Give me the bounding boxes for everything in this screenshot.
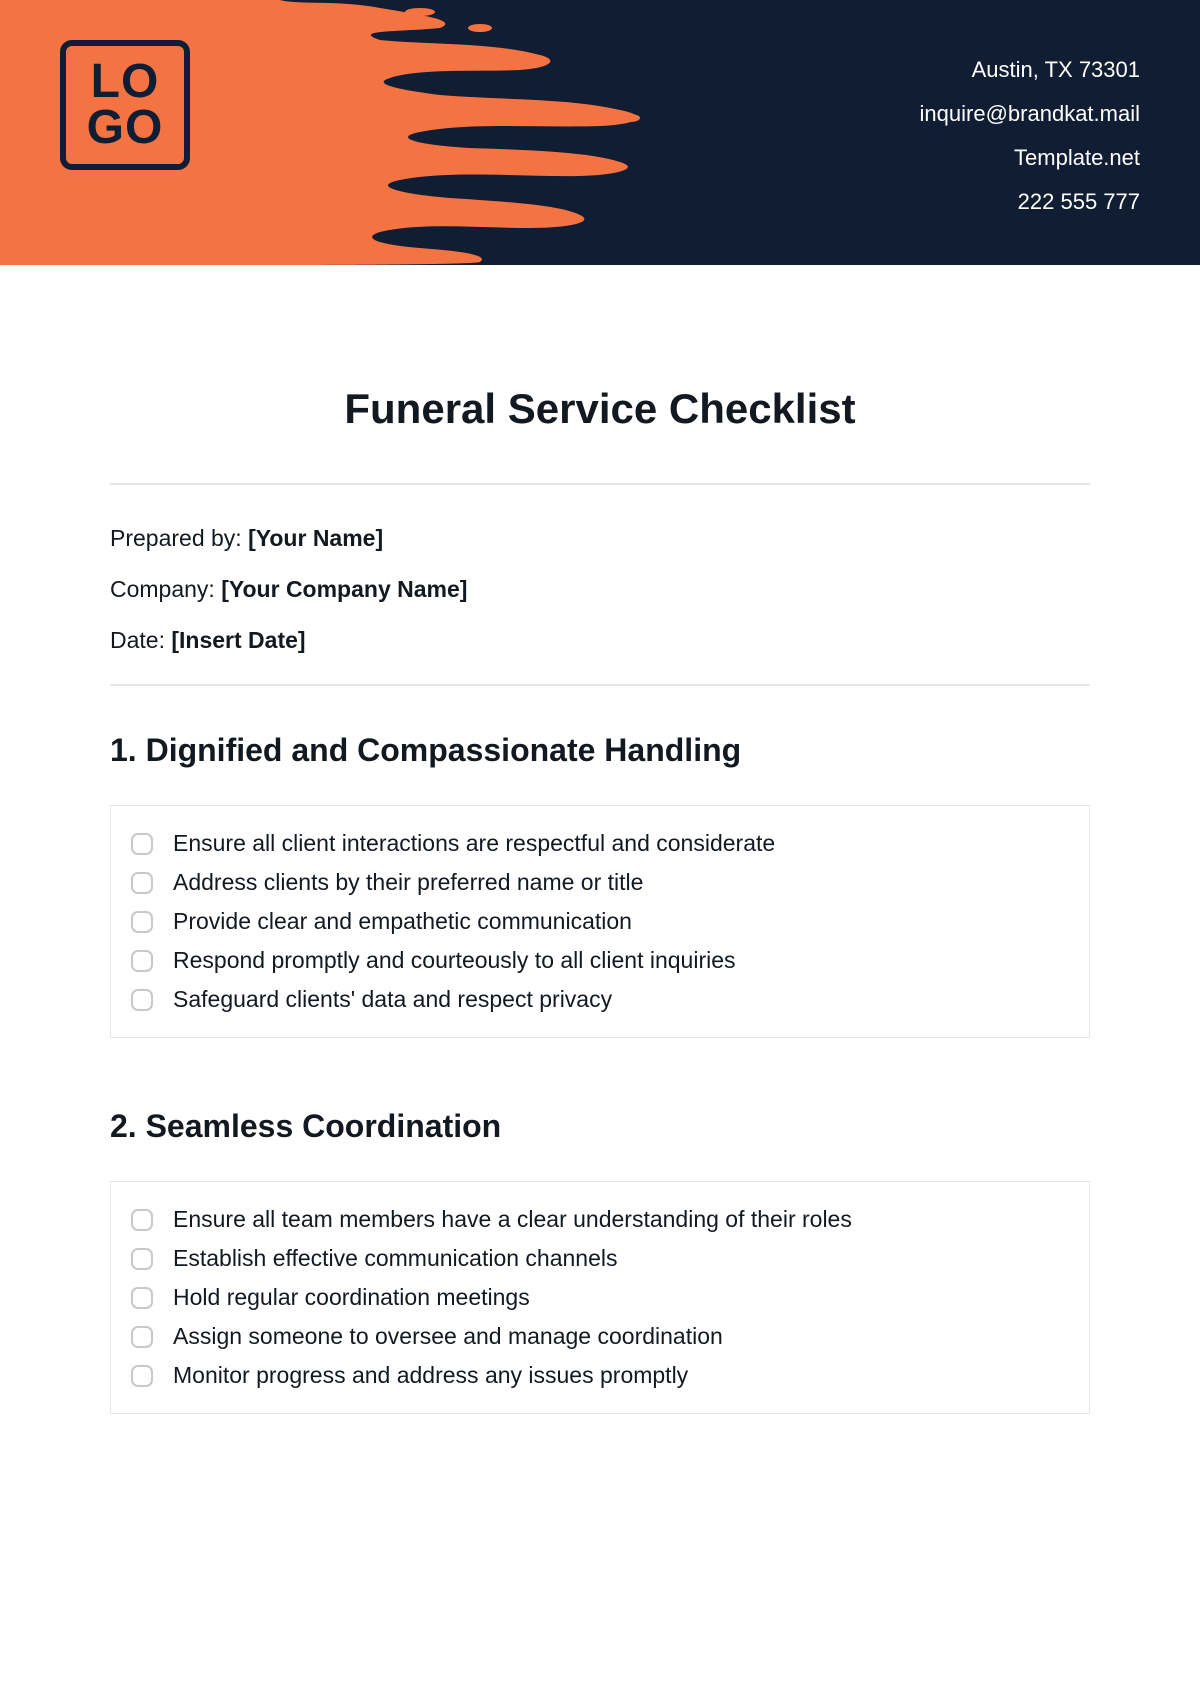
logo: LO GO [60, 40, 190, 170]
checklist-text: Assign someone to oversee and manage coo… [173, 1323, 723, 1350]
checklist-item: Establish effective communication channe… [131, 1239, 1069, 1278]
checklist-text: Hold regular coordination meetings [173, 1284, 530, 1311]
checkbox-icon[interactable] [131, 1248, 153, 1270]
company-value: [Your Company Name] [221, 576, 467, 602]
checklist-item: Monitor progress and address any issues … [131, 1356, 1069, 1395]
checklist-text: Monitor progress and address any issues … [173, 1362, 688, 1389]
checkbox-icon[interactable] [131, 1209, 153, 1231]
document-header: LO GO Austin, TX 73301 inquire@brandkat.… [0, 0, 1200, 265]
date-row: Date: [Insert Date] [110, 627, 1090, 654]
contact-address: Austin, TX 73301 [920, 48, 1140, 92]
document-title: Funeral Service Checklist [110, 385, 1090, 433]
checkbox-icon[interactable] [131, 1365, 153, 1387]
checklist-item: Assign someone to oversee and manage coo… [131, 1317, 1069, 1356]
section-1-heading: 1. Dignified and Compassionate Handling [110, 732, 1090, 769]
checkbox-icon[interactable] [131, 950, 153, 972]
prepared-by-label: Prepared by: [110, 525, 248, 551]
logo-text-line1: LO [91, 59, 160, 105]
checklist-text: Establish effective communication channe… [173, 1245, 617, 1272]
prepared-by-row: Prepared by: [Your Name] [110, 525, 1090, 552]
checkbox-icon[interactable] [131, 1287, 153, 1309]
meta-section: Prepared by: [Your Name] Company: [Your … [110, 525, 1090, 654]
checklist-item: Address clients by their preferred name … [131, 863, 1069, 902]
checklist-text: Safeguard clients' data and respect priv… [173, 986, 612, 1013]
divider [110, 483, 1090, 485]
section-2-checklist: Ensure all team members have a clear und… [110, 1181, 1090, 1414]
checkbox-icon[interactable] [131, 872, 153, 894]
checklist-item: Provide clear and empathetic communicati… [131, 902, 1069, 941]
checklist-text: Ensure all team members have a clear und… [173, 1206, 852, 1233]
contact-email: inquire@brandkat.mail [920, 92, 1140, 136]
section-1-checklist: Ensure all client interactions are respe… [110, 805, 1090, 1038]
checklist-item: Safeguard clients' data and respect priv… [131, 980, 1069, 1019]
checkbox-icon[interactable] [131, 833, 153, 855]
logo-text-line2: GO [87, 105, 164, 151]
company-row: Company: [Your Company Name] [110, 576, 1090, 603]
contact-phone: 222 555 777 [920, 180, 1140, 224]
section-2-heading: 2. Seamless Coordination [110, 1108, 1090, 1145]
checkbox-icon[interactable] [131, 1326, 153, 1348]
date-value: [Insert Date] [171, 627, 305, 653]
checklist-text: Address clients by their preferred name … [173, 869, 643, 896]
checklist-text: Provide clear and empathetic communicati… [173, 908, 632, 935]
checklist-item: Ensure all team members have a clear und… [131, 1200, 1069, 1239]
date-label: Date: [110, 627, 171, 653]
checklist-text: Respond promptly and courteously to all … [173, 947, 736, 974]
checklist-item: Ensure all client interactions are respe… [131, 824, 1069, 863]
divider [110, 684, 1090, 686]
checklist-item: Hold regular coordination meetings [131, 1278, 1069, 1317]
prepared-by-value: [Your Name] [248, 525, 383, 551]
document-content: Funeral Service Checklist Prepared by: [… [0, 265, 1200, 1414]
checklist-item: Respond promptly and courteously to all … [131, 941, 1069, 980]
contact-info: Austin, TX 73301 inquire@brandkat.mail T… [920, 48, 1140, 224]
contact-website: Template.net [920, 136, 1140, 180]
checklist-text: Ensure all client interactions are respe… [173, 830, 775, 857]
company-label: Company: [110, 576, 221, 602]
checkbox-icon[interactable] [131, 989, 153, 1011]
checkbox-icon[interactable] [131, 911, 153, 933]
